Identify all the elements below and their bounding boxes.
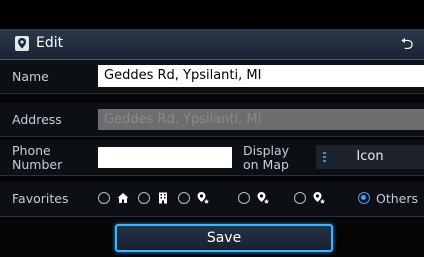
address-label: Address [12,112,62,127]
back-button[interactable]: ⮌ [396,34,418,54]
home-icon [117,193,129,203]
address-row: Address Geddes Rd, Ypsilanti, MI [0,103,424,137]
location-pin-icon [15,36,29,51]
name-label: Name [12,69,49,84]
phone-input[interactable] [98,147,232,168]
favorite-office-radio[interactable] [138,192,150,204]
favorite-1-radio[interactable] [178,192,190,204]
favorite-others-radio[interactable] [358,192,370,204]
phone-label: Phone Number [12,144,62,172]
options-dots-icon [323,152,326,162]
favorites-label: Favorites [12,191,69,206]
page-title: Edit [36,35,64,51]
others-label: Others [376,191,419,206]
phone-label-line1: Phone [12,143,51,158]
favorite-2-radio[interactable] [238,192,250,204]
display-label-line1: Display [243,143,290,158]
address-input: Geddes Rd, Ypsilanti, MI [98,109,424,130]
star-pin-2-icon [257,192,269,204]
footer-bar: Save [0,223,424,257]
save-button[interactable]: Save [115,224,333,252]
back-arrow-icon: ⮌ [400,34,414,53]
icon-select-button[interactable]: Icon [316,145,424,169]
icon-button-label: Icon [356,149,384,164]
star-pin-1-icon [197,192,209,204]
favorite-home-radio[interactable] [98,192,110,204]
display-label-line2: on Map [243,157,289,172]
favorite-3-radio[interactable] [294,192,306,204]
edit-screen: Edit ⮌ Name Geddes Rd, Ypsilanti, MI Add… [0,0,424,257]
header-bar: Edit ⮌ [0,29,424,60]
phone-label-line2: Number [12,157,63,172]
star-pin-3-icon [313,192,325,204]
name-row: Name Geddes Rd, Ypsilanti, MI [0,60,424,94]
phone-row: Phone Number Display on Map Icon [0,140,424,176]
status-bar [0,0,424,28]
building-icon [159,192,167,204]
display-on-map-label: Display on Map [243,144,289,172]
favorites-row: Favorites Others [0,182,424,217]
name-input[interactable]: Geddes Rd, Ypsilanti, MI [98,65,424,87]
